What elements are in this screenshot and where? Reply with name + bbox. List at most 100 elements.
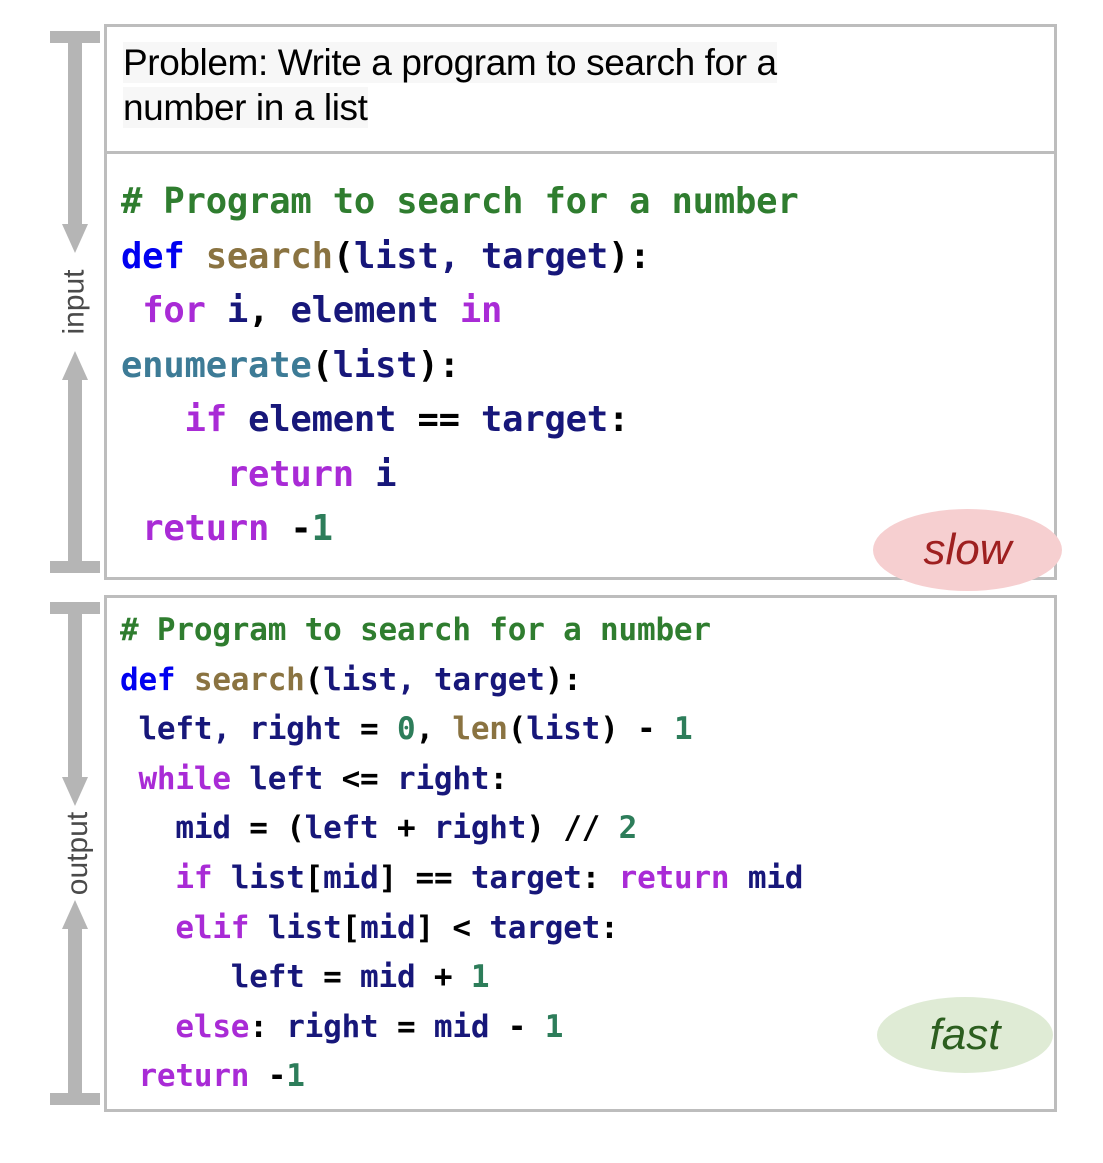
code-line: # Program to search for a number <box>120 606 1050 656</box>
code-token: - <box>290 508 312 549</box>
code-line: return i <box>121 448 1051 503</box>
code-token: ] <box>378 859 416 896</box>
problem-statement-box: Problem: Write a program to search for a… <box>107 27 1054 154</box>
fast-badge: fast <box>877 997 1053 1073</box>
code-token: list <box>267 909 342 946</box>
slow-badge: slow <box>873 509 1062 591</box>
code-token: list <box>332 344 418 386</box>
code-token: = <box>397 1008 416 1045</box>
code-token: return <box>138 1058 268 1095</box>
code-token: <= <box>341 760 379 797</box>
code-token: 0 <box>396 711 416 748</box>
code-token: def <box>120 661 194 698</box>
code-token: return <box>142 508 291 549</box>
code-line: # Program to search for a number <box>121 175 1051 230</box>
code-token: : <box>489 760 508 797</box>
code-token: in <box>459 290 503 331</box>
code-token: mid <box>323 859 379 896</box>
code-token: target <box>452 859 582 896</box>
code-token: mid <box>360 909 416 946</box>
code-token: right <box>286 1008 397 1045</box>
code-token: : <box>581 859 619 896</box>
code-token: 1 <box>673 711 693 748</box>
code-token: while <box>138 760 250 797</box>
code-token: i <box>375 453 397 495</box>
code-token: : <box>249 1008 287 1045</box>
code-token: mid <box>120 810 250 847</box>
code-line: mid = (left + right) // 2 <box>120 804 1050 854</box>
code-token: ( <box>507 711 527 748</box>
code-token: ): <box>417 344 460 386</box>
code-token: left <box>120 959 324 996</box>
code-line: def search(list, target): <box>120 656 1050 706</box>
code-token: enumerate <box>121 344 312 386</box>
code-line: left, right = 0, len(list) - 1 <box>120 705 1050 755</box>
code-token: ( <box>286 810 305 847</box>
code-token: - <box>267 1058 287 1095</box>
code-token: element <box>269 290 460 331</box>
code-token: right <box>378 760 490 797</box>
code-line: elif list[mid] < target: <box>120 904 1050 954</box>
problem-line-2: number in a list <box>123 87 368 129</box>
fast-badge-text: fast <box>929 1010 1001 1059</box>
code-token: == <box>415 859 453 896</box>
code-token: ] <box>415 909 453 946</box>
code-token: ): <box>544 661 582 698</box>
code-token: list <box>230 859 305 896</box>
code-token: : <box>608 399 630 440</box>
input-rail-label-text: input <box>58 269 91 335</box>
input-panel: Problem: Write a program to search for a… <box>104 24 1062 591</box>
code-token: def <box>121 235 206 277</box>
code-line: enumerate(list): <box>121 339 1051 394</box>
code-token: i <box>226 290 249 331</box>
code-line: def search(list, target): <box>121 230 1051 285</box>
code-token: , <box>415 711 453 748</box>
code-line: if element == target: <box>121 393 1051 448</box>
code-token: search <box>205 235 333 277</box>
code-token: len <box>452 711 508 748</box>
code-token: // <box>563 810 601 847</box>
code-token: == <box>417 399 460 440</box>
code-token: 1 <box>544 1008 564 1045</box>
code-token: if <box>184 399 249 440</box>
code-token: 1 <box>311 508 333 549</box>
code-token: = <box>249 810 268 847</box>
code-token: # Program to search for a number <box>121 181 799 222</box>
code-token: for <box>142 290 227 331</box>
code-token: list, target <box>323 661 545 698</box>
code-token: right <box>415 810 527 847</box>
output-rail-label: output <box>36 812 114 895</box>
code-token: 1 <box>286 1058 305 1095</box>
code-token: left, right <box>120 711 361 748</box>
problem-line-1: Problem: Write a program to search for a <box>123 42 777 83</box>
code-token: return <box>226 453 376 495</box>
code-token: + <box>433 959 453 996</box>
code-token: mid <box>747 859 804 896</box>
code-token: mid <box>341 959 434 996</box>
input-code-block: # Program to search for a number def sear… <box>121 175 1051 557</box>
code-token: left <box>304 810 397 847</box>
code-line: while left <= right: <box>120 755 1050 805</box>
code-token: ) <box>600 711 638 748</box>
code-token: < <box>452 909 471 946</box>
code-token: , <box>248 290 270 331</box>
code-token: 1 <box>470 959 490 996</box>
code-line: for i, element in <box>121 284 1051 339</box>
code-token: search <box>193 661 305 698</box>
code-token: = <box>323 959 342 996</box>
code-token: [ <box>304 859 324 896</box>
code-token: : <box>600 909 619 946</box>
code-token: list <box>526 711 601 748</box>
code-token: mid <box>415 1008 508 1045</box>
